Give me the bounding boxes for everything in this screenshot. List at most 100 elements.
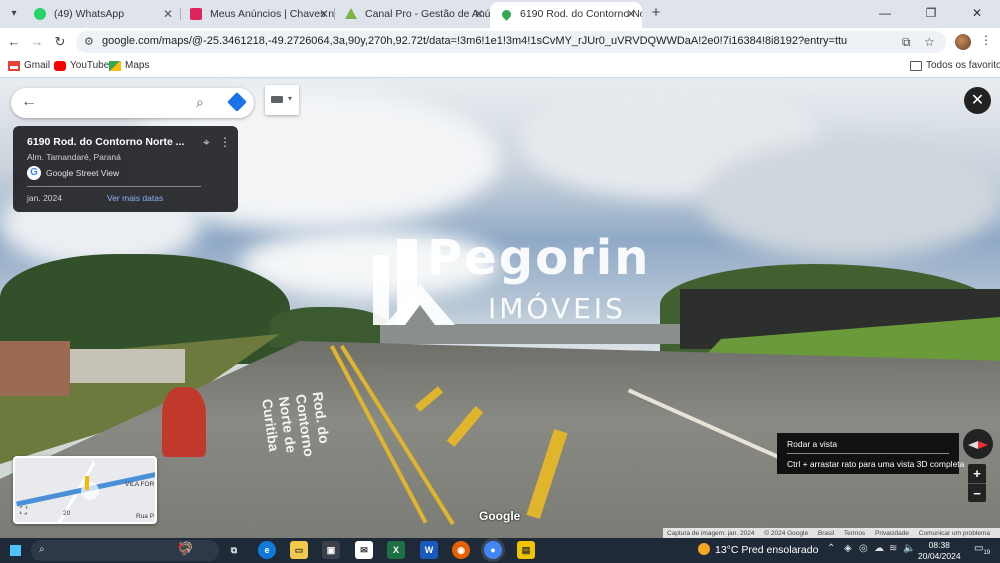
chrome-icon[interactable]: ●: [484, 541, 502, 559]
maximize-button[interactable]: ❐: [908, 0, 954, 28]
copyright: © 2024 Google: [764, 530, 809, 537]
attribution-bar: Captura de imagem: jan. 2024 © 2024 Goog…: [663, 528, 1000, 538]
all-bookmarks[interactable]: Todos os favoritos: [910, 60, 1000, 71]
tab-canal-pro[interactable]: Canal Pro - Gestão de Anúncio ✕: [335, 2, 490, 26]
new-tab-button[interactable]: +: [648, 3, 664, 23]
pegman-icon[interactable]: [85, 476, 89, 490]
capture-info: Captura de imagem: jan. 2024: [667, 530, 755, 537]
bookmark-star-icon[interactable]: ☆: [924, 35, 935, 49]
install-app-icon[interactable]: ⧉: [902, 35, 911, 50]
tray-app-icon[interactable]: ◈: [844, 543, 852, 554]
bookmark-maps[interactable]: Maps: [109, 60, 149, 71]
source-label: Google Street View: [46, 168, 120, 178]
watermark-subtitle: IMÓVEIS: [488, 292, 626, 325]
location-title[interactable]: 6190 Rod. do Contorno Norte ...: [27, 136, 185, 148]
bookmark-youtube[interactable]: YouTube: [54, 60, 109, 71]
site-info-icon[interactable]: ⚙: [84, 35, 94, 48]
close-icon[interactable]: ✕: [163, 2, 173, 26]
close-street-view-button[interactable]: ✕: [964, 87, 991, 114]
mail-icon[interactable]: ✉: [355, 541, 373, 559]
tooltip-body: Ctrl + arrastar rato para uma vista 3D c…: [787, 459, 965, 469]
task-view-icon[interactable]: ⧉: [225, 541, 243, 559]
tab-title: Canal Pro - Gestão de Anúncio: [365, 8, 490, 20]
zoom-in-button[interactable]: +: [968, 464, 986, 483]
taskbar-search[interactable]: ⌕ 🦃: [31, 540, 219, 561]
volume-icon[interactable]: 🔈: [903, 543, 915, 554]
minimap-label: VILA FOR: [125, 481, 155, 488]
edge-icon[interactable]: e: [258, 541, 276, 559]
bookmark-label: Maps: [125, 60, 150, 71]
meet-icon[interactable]: ◎: [859, 543, 868, 554]
system-clock[interactable]: 08:38 20/04/2024: [918, 540, 961, 562]
expand-icon[interactable]: ⛶: [20, 506, 27, 517]
terms-link[interactable]: Termos: [844, 530, 865, 537]
url-text[interactable]: google.com/maps/@-25.3461218,-49.2726064…: [102, 35, 847, 47]
privacy-link[interactable]: Privacidade: [875, 530, 909, 537]
close-icon[interactable]: ✕: [319, 2, 329, 26]
close-window-button[interactable]: ✕: [954, 0, 1000, 28]
tab-search-button[interactable]: ▾: [4, 4, 24, 24]
report-problem-link[interactable]: Comunicar um problema: [919, 530, 990, 537]
bookmark-gmail[interactable]: Gmail: [8, 60, 50, 71]
back-arrow-icon[interactable]: ←: [21, 93, 37, 111]
cyclist: [162, 387, 206, 457]
whatsapp-icon: [34, 8, 46, 20]
notifications-icon[interactable]: ▭19: [974, 543, 990, 556]
tab-title: 6190 Rod. do Contorno Norte: [520, 8, 642, 20]
file-explorer-icon[interactable]: ▭: [290, 541, 308, 559]
country[interactable]: Brasil: [818, 530, 834, 537]
maps-search-box[interactable]: ← ⌕: [11, 88, 254, 118]
maps-icon: [109, 61, 121, 71]
wifi-icon[interactable]: ≋: [889, 543, 897, 554]
tab-chaves-na-mao[interactable]: Meus Anúncios | Chaves na M ✕: [180, 2, 335, 26]
close-icon[interactable]: ✕: [626, 2, 636, 26]
reload-icon[interactable]: ↻: [51, 33, 69, 51]
close-icon[interactable]: ✕: [474, 2, 484, 26]
forward-icon[interactable]: →: [28, 33, 46, 51]
bookmark-label: Gmail: [24, 60, 51, 71]
clock-date: 20/04/2024: [918, 551, 961, 561]
windows-start-icon[interactable]: [10, 545, 21, 556]
tab-strip: ▾ (49) WhatsApp ✕ Meus Anúncios | Chaves…: [0, 0, 1000, 28]
store-icon[interactable]: ▣: [322, 541, 340, 559]
back-icon[interactable]: ←: [5, 33, 23, 51]
minimap[interactable]: VILA FOR Rua P 20 ⛶: [13, 456, 157, 524]
minimize-button[interactable]: —: [862, 0, 908, 28]
divider: [27, 186, 201, 187]
google-maps-icon: [500, 8, 513, 21]
input-tools-button[interactable]: ▾: [265, 85, 299, 115]
road-text: Rod. do Contorno Norte de Curitiba: [236, 391, 338, 498]
menu-icon[interactable]: ⋮: [980, 33, 992, 47]
notes-app-icon[interactable]: ▤: [517, 541, 535, 559]
minimap-label: 20: [63, 510, 71, 517]
minimap-label: Rua P: [136, 513, 155, 520]
street-view-panorama[interactable]: Rod. do Contorno Norte de Curitiba Pegor…: [0, 79, 1000, 538]
browser-toolbar: ← → ↻ ⚙ google.com/maps/@-25.3461218,-49…: [0, 28, 1000, 56]
wall: [70, 349, 185, 383]
location-info-card: 6190 Rod. do Contorno Norte ... Alm. Tam…: [13, 126, 238, 212]
cloud-icon[interactable]: ☁: [874, 543, 884, 554]
capture-date: jan. 2024: [27, 193, 62, 203]
rotate-tooltip: Rodar a vista Ctrl + arrastar rato para …: [777, 433, 964, 474]
excel-icon[interactable]: X: [387, 541, 405, 559]
address-bar[interactable]: ⚙ google.com/maps/@-25.3461218,-49.27260…: [76, 31, 946, 53]
tooltip-title: Rodar a vista: [787, 439, 838, 449]
tab-google-maps[interactable]: 6190 Rod. do Contorno Norte ✕: [490, 2, 642, 28]
compass-icon[interactable]: [963, 429, 993, 459]
word-icon[interactable]: W: [420, 541, 438, 559]
profile-avatar[interactable]: [955, 34, 971, 50]
canal-pro-icon: [345, 8, 357, 19]
directions-icon[interactable]: [227, 92, 247, 112]
search-icon[interactable]: ⌕: [196, 94, 204, 111]
tab-whatsapp[interactable]: (49) WhatsApp ✕: [24, 2, 179, 26]
chevron-up-icon[interactable]: ⌃: [827, 543, 835, 554]
tab-title: Meus Anúncios | Chaves na M: [210, 8, 335, 20]
weather-widget[interactable]: 13°C Pred ensolarado: [698, 543, 818, 556]
firefox-icon[interactable]: ◉: [452, 541, 470, 559]
zoom-out-button[interactable]: −: [968, 484, 986, 503]
more-options-icon[interactable]: ⋮: [219, 135, 231, 149]
bookmark-label: YouTube: [70, 60, 110, 71]
pin-icon[interactable]: ⌖: [203, 135, 210, 150]
notification-count: 19: [983, 550, 991, 556]
more-dates-link[interactable]: Ver mais datas: [107, 193, 163, 203]
